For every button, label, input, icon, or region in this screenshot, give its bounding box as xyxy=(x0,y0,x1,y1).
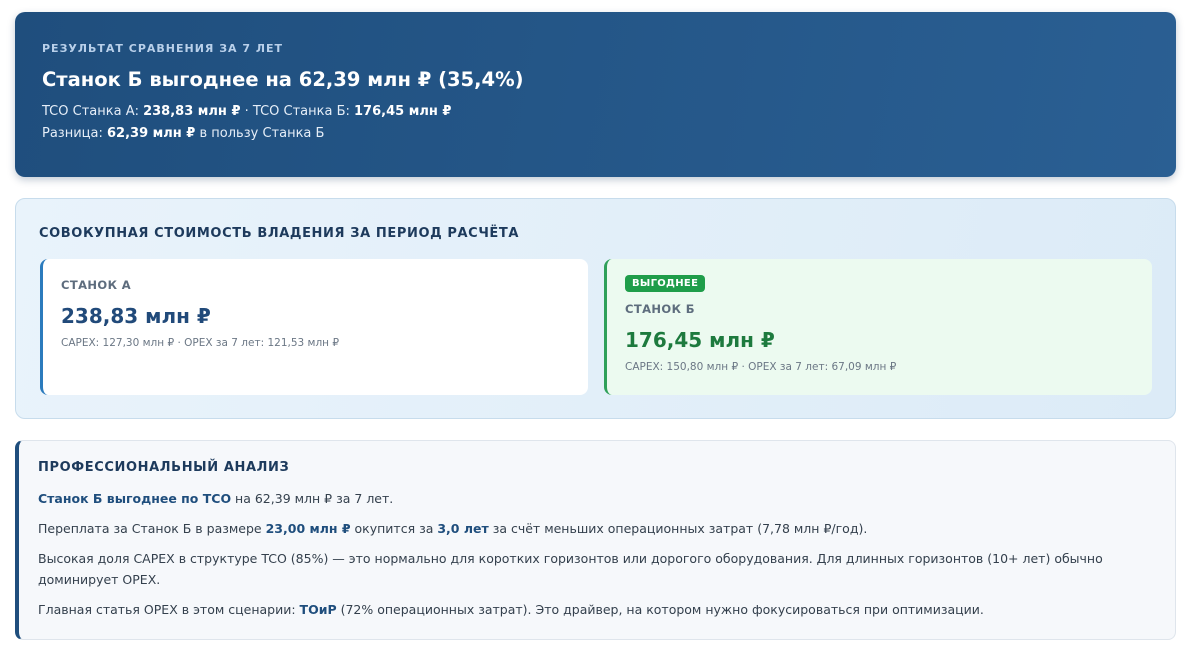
analysis-p4-text-1: Главная статья OPEX в этом сценарии: xyxy=(38,602,300,617)
tco-summary-line: TCO Станка А: 238,83 млн ₽ · TCO Станка … xyxy=(42,101,1149,123)
result-headline: Станок Б выгоднее на 62,39 млн ₽ (35,4%) xyxy=(42,68,524,91)
difference-line: Разница: 62,39 млн ₽ в пользу Станка Б xyxy=(42,123,1149,145)
tco-a-label: TCO Станка А: xyxy=(42,104,144,119)
analysis-paragraph-3: Высокая доля CAPEX в структуре TCO (85%)… xyxy=(38,551,1103,587)
tco-a-value: 238,83 млн ₽ xyxy=(143,104,241,119)
analysis-paragraph-2: Переплата за Станок Б в размере 23,00 мл… xyxy=(38,518,1156,539)
result-banner: РЕЗУЛЬТАТ СРАВНЕНИЯ ЗА 7 ЛЕТ Станок Б вы… xyxy=(15,12,1176,177)
diff-suffix: в пользу Станка Б xyxy=(195,126,325,141)
analysis-p2-payback: 3,0 лет xyxy=(437,521,489,536)
result-eyebrow: РЕЗУЛЬТАТ СРАВНЕНИЯ ЗА 7 ЛЕТ xyxy=(42,42,284,55)
machine-a-detail: CAPEX: 127,30 млн ₽ · OPEX за 7 лет: 121… xyxy=(61,337,340,349)
analysis-panel: ПРОФЕССИОНАЛЬНЫЙ АНАЛИЗ Станок Б выгодне… xyxy=(15,440,1176,640)
machine-b-detail: CAPEX: 150,80 млн ₽ · OPEX за 7 лет: 67,… xyxy=(625,361,897,373)
analysis-title: ПРОФЕССИОНАЛЬНЫЙ АНАЛИЗ xyxy=(38,460,290,475)
diff-value: 62,39 млн ₽ xyxy=(107,126,196,141)
analysis-p2-text-3: за счёт меньших операционных затрат (7,7… xyxy=(488,521,868,536)
analysis-paragraph-4: Главная статья OPEX в этом сценарии: ТОи… xyxy=(38,599,1156,620)
analysis-p1-text: на 62,39 млн ₽ за 7 лет. xyxy=(231,491,394,506)
machine-b-name: СТАНОК Б xyxy=(625,302,695,316)
tco-panel: СОВОКУПНАЯ СТОИМОСТЬ ВЛАДЕНИЯ ЗА ПЕРИОД … xyxy=(15,198,1176,419)
machine-a-name: СТАНОК А xyxy=(61,278,132,292)
diff-label: Разница: xyxy=(42,126,107,141)
analysis-p4-driver: ТОиР xyxy=(299,602,337,617)
analysis-p4-text-2: (72% операционных затрат). Это драйвер, … xyxy=(336,602,984,617)
analysis-p2-text-1: Переплата за Станок Б в размере xyxy=(38,521,266,536)
analysis-p1-strong: Станок Б выгоднее по TCO xyxy=(38,491,232,506)
analysis-p2-overpay: 23,00 млн ₽ xyxy=(265,521,351,536)
machine-b-card: ВЫГОДНЕЕ СТАНОК Б 176,45 млн ₽ CAPEX: 15… xyxy=(604,259,1152,395)
analysis-paragraph-1: Станок Б выгоднее по TCO на 62,39 млн ₽ … xyxy=(38,488,1156,509)
better-badge: ВЫГОДНЕЕ xyxy=(625,275,706,292)
machine-a-amount: 238,83 млн ₽ xyxy=(61,304,211,328)
machine-a-card: СТАНОК А 238,83 млн ₽ CAPEX: 127,30 млн … xyxy=(40,259,588,395)
tco-b-value: 176,45 млн ₽ xyxy=(354,104,452,119)
tco-section-title: СОВОКУПНАЯ СТОИМОСТЬ ВЛАДЕНИЯ ЗА ПЕРИОД … xyxy=(39,226,520,241)
tco-b-label: · TCO Станка Б: xyxy=(240,104,355,119)
machine-b-amount: 176,45 млн ₽ xyxy=(625,328,775,352)
analysis-p2-text-2: окупится за xyxy=(350,521,438,536)
